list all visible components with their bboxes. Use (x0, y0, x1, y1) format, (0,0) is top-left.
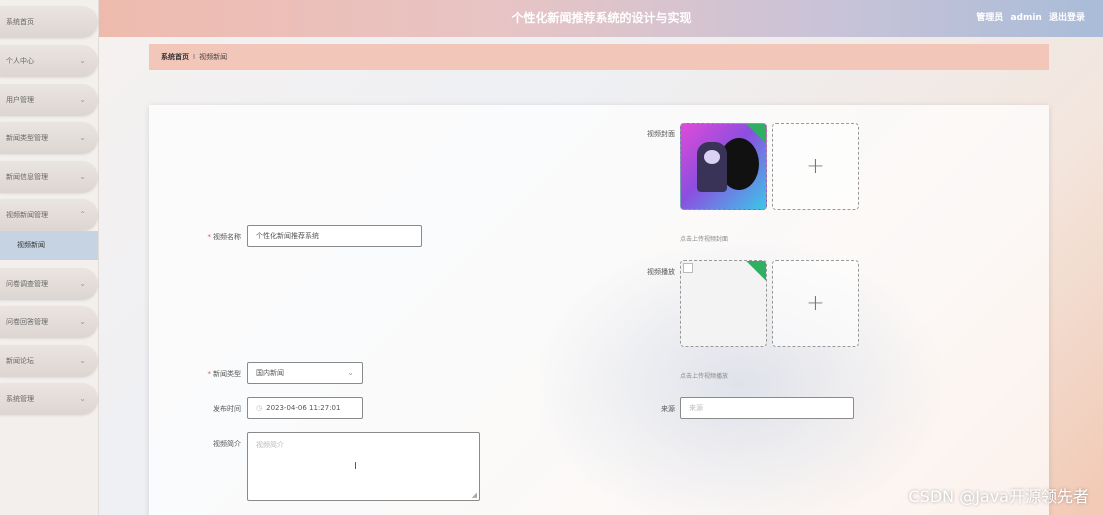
breadcrumb: 系统首页 I 视频新闻 (149, 44, 1049, 70)
chevron-down-icon: ⌄ (347, 368, 354, 377)
plus-icon: + (806, 291, 825, 316)
cover-label: 视频封面 (647, 130, 675, 138)
upload-success-badge (746, 124, 766, 144)
chevron-down-icon: ⌄ (79, 95, 86, 104)
breadcrumb-current: 视频新闻 (199, 53, 228, 61)
video-hint: 点击上传视频播放 (680, 373, 729, 380)
breadcrumb-home[interactable]: 系统首页 (161, 53, 189, 61)
cover-thumbnail[interactable] (680, 123, 767, 210)
news-type-select[interactable]: 国内新闻 ⌄ (247, 362, 363, 384)
sidebar-item-label: 新闻类型管理 (6, 134, 48, 142)
video-name-input[interactable]: 个性化新闻推荐系统 (247, 225, 422, 247)
video-thumbnail[interactable] (680, 260, 767, 347)
resize-grip-icon[interactable]: ◢ (472, 491, 477, 499)
chevron-down-icon: ⌄ (79, 56, 86, 65)
username: admin (1010, 13, 1042, 23)
upload-success-badge (746, 261, 766, 281)
video-play-label: 视频播放 (647, 268, 675, 276)
sidebar-item-label: 视频新闻管理 (6, 211, 48, 219)
sidebar: 系统首页 个人中心 ⌄ 用户管理 ⌄ 新闻类型管理 ⌄ 新闻信息管理 ⌄ 视频新… (0, 0, 99, 515)
sidebar-item-label: 用户管理 (6, 96, 34, 104)
sidebar-item-system[interactable]: 系统管理 ⌄ (0, 383, 98, 415)
sidebar-item-news-types[interactable]: 新闻类型管理 ⌄ (0, 122, 98, 154)
sidebar-subitem-label: 视频新闻 (17, 241, 45, 249)
sidebar-item-video-news[interactable]: 视频新闻管理 ⌃ (0, 199, 98, 231)
cover-face-image (704, 150, 720, 164)
source-input[interactable]: 来源 (680, 397, 854, 419)
news-type-label: * 新闻类型 (207, 370, 242, 378)
video-upload-button[interactable]: + (772, 260, 859, 347)
chevron-down-icon: ⌄ (79, 317, 86, 326)
cover-upload-button[interactable]: + (772, 123, 859, 210)
chevron-up-icon: ⌃ (79, 210, 86, 219)
sidebar-item-label: 问卷调查管理 (6, 280, 48, 288)
publish-time-label: 发布时间 (213, 405, 241, 413)
publish-time-picker[interactable]: ◷ 2023-04-06 11:27:01 (247, 397, 363, 419)
watermark: CSDN @Java开源领先者 (908, 487, 1089, 506)
broken-image-icon (683, 263, 693, 273)
cover-hint: 点击上传视频封面 (680, 236, 729, 243)
intro-textarea[interactable]: 视频简介 I ◢ (247, 432, 480, 501)
sidebar-item-surveys[interactable]: 问卷调查管理 ⌄ (0, 268, 98, 300)
sidebar-item-label: 系统首页 (6, 18, 34, 26)
sidebar-item-profile[interactable]: 个人中心 ⌄ (0, 45, 98, 77)
chevron-down-icon: ⌄ (79, 172, 86, 181)
sidebar-subitem-video-news[interactable]: 视频新闻 (0, 231, 98, 260)
plus-icon: + (806, 154, 825, 179)
chevron-down-icon: ⌄ (79, 133, 86, 142)
publish-time-value: 2023-04-06 11:27:01 (266, 404, 341, 412)
app-title: 个性化新闻推荐系统的设计与实现 (511, 11, 692, 25)
chevron-down-icon: ⌄ (79, 356, 86, 365)
sidebar-item-label: 系统管理 (6, 395, 34, 403)
header-user-area: 管理员 admin 退出登录 (972, 0, 1085, 37)
source-label: 来源 (661, 405, 675, 413)
user-role: 管理员 (976, 13, 1004, 23)
breadcrumb-separator: I (193, 53, 196, 61)
sidebar-item-users[interactable]: 用户管理 ⌄ (0, 84, 98, 116)
sidebar-item-survey-answers[interactable]: 问卷回答管理 ⌄ (0, 306, 98, 338)
chevron-down-icon: ⌄ (79, 279, 86, 288)
video-news-form: * 视频名称 个性化新闻推荐系统 * 新闻类型 国内新闻 ⌄ 发布时间 ◷ 2023-… (149, 105, 1049, 515)
clock-icon: ◷ (256, 404, 263, 412)
text-cursor-icon: I (354, 461, 357, 472)
logout-button[interactable]: 退出登录 (1049, 13, 1085, 23)
sidebar-item-forum[interactable]: 新闻论坛 ⌄ (0, 345, 98, 377)
intro-placeholder: 视频简介 (256, 441, 284, 449)
sidebar-item-label: 新闻信息管理 (6, 173, 48, 181)
video-name-label: * 视频名称 (207, 233, 242, 241)
chevron-down-icon: ⌄ (79, 394, 86, 403)
sidebar-item-label: 个人中心 (6, 57, 34, 65)
sidebar-item-home[interactable]: 系统首页 (0, 6, 98, 38)
news-type-value: 国内新闻 (256, 369, 284, 377)
sidebar-item-news-info[interactable]: 新闻信息管理 ⌄ (0, 161, 98, 193)
intro-label: 视频简介 (213, 440, 241, 448)
top-header: 个性化新闻推荐系统的设计与实现 管理员 admin 退出登录 (0, 0, 1103, 37)
sidebar-item-label: 新闻论坛 (6, 357, 34, 365)
sidebar-item-label: 问卷回答管理 (6, 318, 48, 326)
